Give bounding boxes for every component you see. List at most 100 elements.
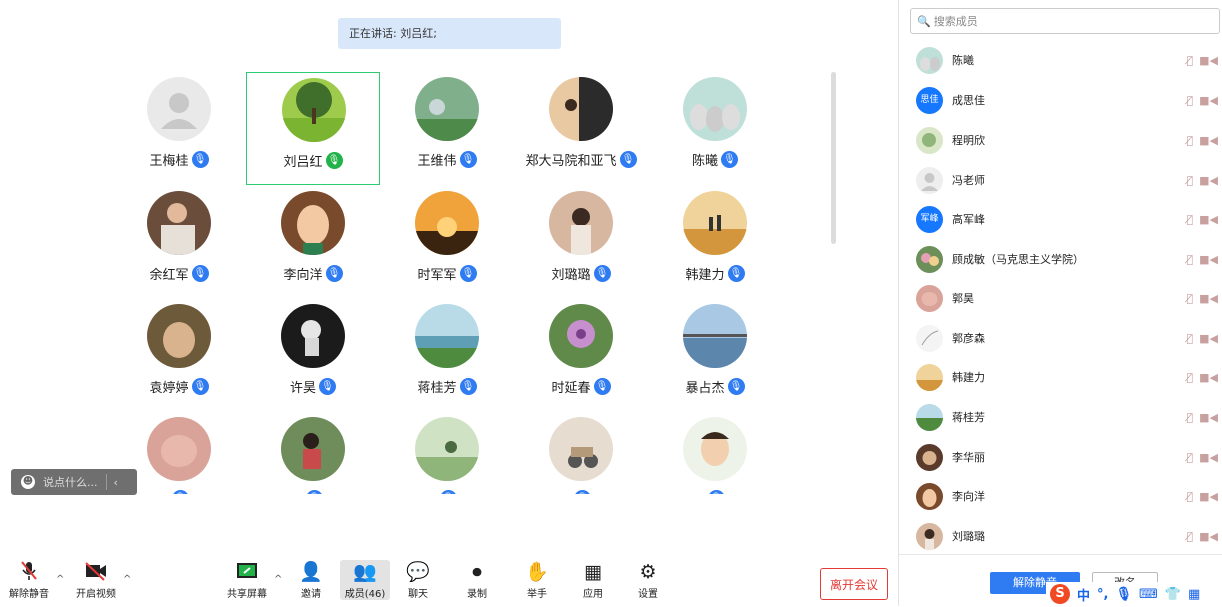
avatar [916,324,943,352]
camera-off-icon[interactable]: ■◀ [1199,134,1218,147]
settings-button[interactable]: ⚙ 设置 [619,560,677,600]
camera-off-icon[interactable]: ■◀ [1199,451,1218,464]
participant-name: 时军军 [417,268,457,283]
punctuation-icon[interactable]: °, [1097,587,1108,602]
mic-off-icon[interactable]: 🎙̸ [1187,530,1194,543]
participant-tile[interactable]: 蒋桂芳 🎙 [380,299,514,412]
start-video-button[interactable]: 开启视频 [67,560,125,600]
emoji-icon[interactable]: ☻ [21,475,35,489]
mic-off-icon[interactable]: 🎙̸ [1187,174,1194,187]
camera-off-icon[interactable]: ■◀ [1199,94,1218,107]
member-row[interactable]: 李华丽 🎙̸ ■◀ [916,437,1218,477]
share-screen-button[interactable]: 共享屏幕 [218,560,276,600]
member-row[interactable]: 陈曦 🎙̸ ■◀ [916,40,1218,80]
member-row[interactable]: 军峰 高军峰 🎙̸ ■◀ [916,199,1218,239]
participant-tile[interactable]: 🎙 [514,412,648,494]
mic-off-icon[interactable]: 🎙̸ [1187,54,1194,67]
participant-tile[interactable]: 🎙 [246,412,380,494]
member-name: 成思佳 [952,94,985,107]
members-label: 成员(46) [344,589,386,600]
member-row[interactable]: 冯老师 🎙̸ ■◀ [916,160,1218,200]
member-row[interactable]: 顾成敏（马克思主义学院） 🎙̸ ■◀ [916,239,1218,279]
ime-language-toggle[interactable]: 中 [1077,585,1090,604]
sogou-logo-icon[interactable]: S [1050,584,1070,604]
avatar [916,403,943,431]
mic-off-icon[interactable]: 🎙̸ [1187,451,1194,464]
participant-tile[interactable]: 袁婷婷 🎙 [112,299,246,412]
camera-off-icon[interactable]: ■◀ [1199,253,1218,266]
mic-icon: 🎙 [191,378,209,395]
member-row[interactable]: 韩建力 🎙̸ ■◀ [916,357,1218,397]
participant-tile[interactable]: 许昊 🎙 [246,299,380,412]
chat-input-placeholder[interactable]: 说点什么... [43,474,98,490]
chat-input-box[interactable]: ☻ 说点什么... ‹ [11,469,137,495]
member-row[interactable]: 刘璐璐 🎙̸ ■◀ [916,516,1218,556]
participant-tile[interactable]: 李向洋 🎙 [246,186,380,299]
participant-tile[interactable]: 王维伟 🎙 [380,72,514,185]
mic-off-icon[interactable]: 🎙̸ [1187,292,1194,305]
video-options-chevron-icon[interactable]: ^ [123,574,131,585]
grid-scrollbar[interactable] [831,72,836,244]
voice-input-icon[interactable]: 🎙 [1115,587,1132,602]
mic-off-icon[interactable]: 🎙̸ [1187,94,1194,107]
participant-tile[interactable]: 陈曦 🎙 [648,72,782,185]
raise-hand-button[interactable]: ✋ 举手 [508,560,566,600]
collapse-chevron-icon[interactable]: ‹ [114,476,118,489]
audio-options-chevron-icon[interactable]: ^ [56,574,64,585]
participant-tile[interactable]: 🎙 [648,412,782,494]
members-button[interactable]: 👥 成员(46) [340,560,390,600]
camera-off-icon[interactable]: ■◀ [1199,54,1218,67]
record-label: 录制 [467,589,487,600]
camera-off-icon[interactable]: ■◀ [1199,213,1218,226]
mic-off-icon[interactable]: 🎙̸ [1187,213,1194,226]
member-row[interactable]: 思佳 成思佳 🎙̸ ■◀ [916,80,1218,120]
skin-icon[interactable]: 👕 [1165,587,1181,602]
member-row[interactable]: 郭彦森 🎙̸ ■◀ [916,318,1218,358]
mic-off-icon[interactable]: 🎙̸ [1187,371,1194,384]
unmute-button[interactable]: 解除静音 [0,560,58,600]
camera-off-icon[interactable]: ■◀ [1199,490,1218,503]
camera-off-icon[interactable]: ■◀ [1199,411,1218,424]
member-row[interactable]: 蒋桂芳 🎙̸ ■◀ [916,397,1218,437]
search-placeholder: 搜索成员 [933,15,978,28]
participant-tile[interactable]: 暴占杰 🎙 [648,299,782,412]
camera-off-icon[interactable]: ■◀ [1199,332,1218,345]
participant-tile-active[interactable]: 刘吕红 🎙 [246,72,380,185]
mic-off-icon[interactable]: 🎙̸ [1187,134,1194,147]
mic-icon: 🎙 [191,151,209,168]
avatar [683,191,747,255]
camera-off-icon[interactable]: ■◀ [1199,292,1218,305]
mic-off-icon[interactable]: 🎙̸ [1187,411,1194,424]
camera-off-icon[interactable]: ■◀ [1199,174,1218,187]
chat-button[interactable]: 💬 聊天 [389,560,447,600]
participant-tile[interactable]: 时军军 🎙 [380,186,514,299]
record-button[interactable]: ⏺ 录制 [448,560,506,600]
avatar [916,363,943,391]
participant-tile[interactable]: 余红军 🎙 [112,186,246,299]
mic-off-icon[interactable]: 🎙̸ [1187,253,1194,266]
participant-name: 刘璐璐 [551,268,591,283]
add-user-icon: 👤 [299,561,323,583]
keyboard-icon[interactable]: ⌨ [1139,587,1158,602]
participant-tile[interactable]: 🎙 [380,412,514,494]
camera-off-icon[interactable]: ■◀ [1199,371,1218,384]
participant-tile[interactable]: 郑大马院和亚飞 🎙 [514,72,648,185]
camera-off-icon[interactable]: ■◀ [1199,530,1218,543]
leave-meeting-button[interactable]: 离开会议 [820,568,888,600]
member-search-input[interactable]: 🔍 搜索成员 [910,8,1220,34]
invite-button[interactable]: 👤 邀请 [282,560,340,600]
avatar [549,191,613,255]
mic-off-icon[interactable]: 🎙̸ [1187,332,1194,345]
participant-tile[interactable]: 韩建力 🎙 [648,186,782,299]
apps-button[interactable]: ▦ 应用 [564,560,622,600]
participant-tile[interactable]: 王梅桂 🎙 [112,72,246,185]
participant-tile[interactable]: 时延春 🎙 [514,299,648,412]
start-video-label: 开启视频 [76,589,116,600]
participant-tile[interactable]: 刘璐璐 🎙 [514,186,648,299]
mic-off-icon[interactable]: 🎙̸ [1187,490,1194,503]
toolbox-icon[interactable]: ▦ [1188,587,1200,602]
member-row[interactable]: 程明欣 🎙̸ ■◀ [916,120,1218,160]
member-row[interactable]: 李向洋 🎙̸ ■◀ [916,476,1218,516]
member-row[interactable]: 郭昊 🎙̸ ■◀ [916,278,1218,318]
avatar [683,77,747,141]
